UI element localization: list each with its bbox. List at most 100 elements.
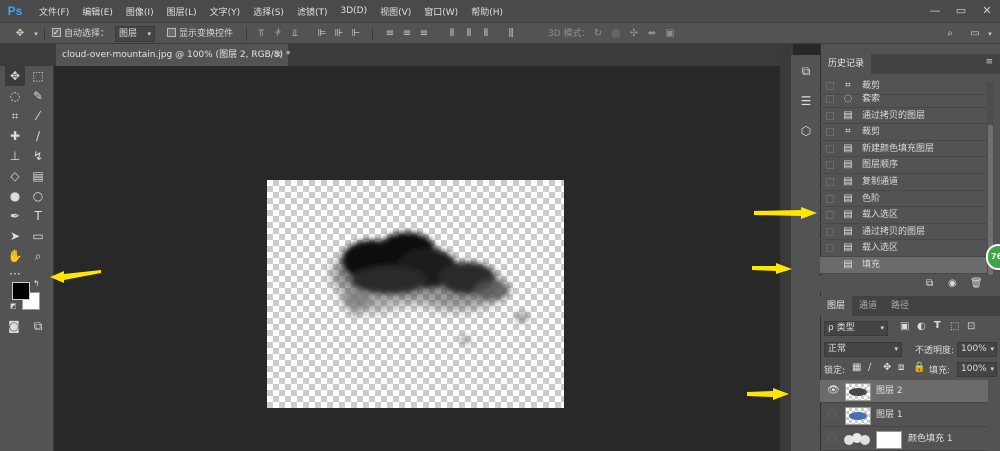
close-window-button[interactable]: ✕ [974, 0, 1000, 22]
panel-menu-icon[interactable]: ≡ [985, 57, 993, 67]
auto-select-dropdown[interactable]: 图层 ▾ [115, 26, 155, 42]
close-tab-icon[interactable]: × [274, 44, 282, 66]
gradient-tool-icon[interactable]: ▤ [28, 166, 48, 186]
align-left-icon[interactable]: ⊫ [316, 28, 328, 40]
auto-align-icon[interactable]: ⫼ [505, 28, 517, 40]
menu-image[interactable]: 图像(I) [126, 5, 154, 18]
workspace-icon[interactable]: ▭ [969, 28, 981, 40]
auto-select-checkbox[interactable]: 自动选择： [52, 26, 109, 41]
menu-view[interactable]: 视图(V) [380, 5, 411, 18]
filter-type-icon[interactable]: T [934, 320, 941, 331]
zoom-tool-icon[interactable]: ⌕ [28, 246, 48, 266]
menu-layer[interactable]: 图层(L) [167, 5, 197, 18]
history-item[interactable]: ▤ 载入选区 [820, 240, 988, 257]
blur-tool-icon[interactable]: ● [5, 186, 25, 206]
crop-tool-icon[interactable]: ⌗ [5, 106, 25, 126]
distribute-right-icon[interactable]: ⦀ [480, 28, 492, 40]
workspace-chevron-icon[interactable]: ▾ [984, 28, 996, 40]
properties-panel-icon[interactable]: ☰ [798, 93, 814, 109]
quick-mask-icon[interactable]: ◙ [4, 316, 24, 336]
layer-filter-dropdown[interactable]: ρ 类型 ▾ [824, 321, 888, 336]
filter-pixel-icon[interactable]: ▣ [900, 321, 909, 332]
screen-mode-icon[interactable]: ⧉ [28, 316, 48, 336]
maximize-button[interactable]: ▭ [948, 0, 974, 22]
tool-preset-chevron-icon[interactable]: ▾ [30, 28, 42, 40]
3d-scale-icon[interactable]: ▣ [664, 28, 676, 40]
tab-layers[interactable]: 图层 [820, 296, 853, 316]
lock-position-icon[interactable]: ✥ [883, 362, 891, 373]
history-panel-icon[interactable]: ⧉ [798, 63, 814, 79]
align-top-icon[interactable]: ⫪ [255, 28, 267, 40]
lock-all-icon[interactable]: 🔒 [913, 362, 925, 373]
3d-roll-icon[interactable]: ◎ [610, 28, 622, 40]
brush-tool-icon[interactable]: ∕ [28, 126, 48, 146]
distribute-hcenter-icon[interactable]: ⦀ [463, 28, 475, 40]
menu-type[interactable]: 文字(Y) [210, 5, 241, 18]
move-tool-icon[interactable]: ✥ [5, 66, 25, 86]
filter-shape-icon[interactable]: ⬚ [950, 321, 959, 332]
menu-3d[interactable]: 3D(D) [340, 6, 367, 16]
hand-tool-icon[interactable]: ✋ [5, 246, 25, 266]
menu-filter[interactable]: 滤镜(T) [297, 5, 328, 18]
3d-slide-icon[interactable]: ⬌ [646, 28, 658, 40]
marquee-tool-icon[interactable]: ⬚ [28, 66, 48, 86]
foreground-color-swatch[interactable] [12, 282, 30, 300]
rectangle-tool-icon[interactable]: ▭ [28, 226, 48, 246]
history-item[interactable]: ▤ 通过拷贝的图层 [820, 224, 988, 241]
align-vcenter-icon[interactable]: ⫩ [272, 28, 284, 40]
align-hcenter-icon[interactable]: ⊪ [333, 28, 345, 40]
show-transform-checkbox[interactable]: 显示变换控件 [167, 27, 233, 41]
lock-pixels-icon[interactable]: ∕ [868, 362, 871, 373]
menu-file[interactable]: 文件(F) [39, 5, 69, 18]
history-item[interactable]: ▤ 通过拷贝的图层 [820, 108, 988, 125]
tab-channels[interactable]: 通道 [852, 296, 884, 316]
tab-paths[interactable]: 路径 [884, 296, 916, 316]
fill-input[interactable]: 100% ▾ [957, 362, 997, 377]
type-tool-icon[interactable]: T [28, 206, 48, 226]
tab-history[interactable]: 历史记录 [821, 54, 872, 74]
visibility-off-icon[interactable]: ▢ [827, 434, 839, 444]
lasso-tool-icon[interactable]: ◌ [5, 86, 25, 106]
history-item[interactable]: ▤ 新建颜色填充图层 [820, 141, 988, 158]
history-item[interactable]: ▤ 图层顺序 [820, 157, 988, 174]
blend-mode-dropdown[interactable]: 正常 ▾ [824, 342, 902, 357]
document-tab[interactable]: cloud-over-mountain.jpg @ 100% (图层 2, RG… [56, 44, 290, 66]
distribute-left-icon[interactable]: ⦀ [446, 28, 458, 40]
new-doc-from-state-icon[interactable]: ⧉ [926, 278, 933, 289]
pen-tool-icon[interactable]: ✒ [5, 206, 25, 226]
layer-row[interactable]: ▢ 颜色填充 1 [820, 428, 988, 451]
menu-help[interactable]: 帮助(H) [471, 5, 503, 18]
history-item[interactable]: ◌ 套索 [820, 91, 988, 108]
filter-smart-object-icon[interactable]: ⊡ [967, 321, 975, 332]
distribute-vcenter-icon[interactable]: ≡ [401, 28, 413, 40]
default-colors-icon[interactable]: ◩ [10, 302, 17, 310]
dodge-tool-icon[interactable]: ○ [28, 186, 48, 206]
menu-window[interactable]: 窗口(W) [424, 5, 458, 18]
distribute-top-icon[interactable]: ≡ [384, 28, 396, 40]
healing-brush-tool-icon[interactable]: ✚ [5, 126, 25, 146]
history-item[interactable]: ▤ 复制通道 [820, 174, 988, 191]
3d-drag-icon[interactable]: ✣ [628, 28, 640, 40]
align-bottom-icon[interactable]: ⫫ [289, 28, 301, 40]
opacity-input[interactable]: 100% ▾ [957, 342, 997, 357]
3d-panel-icon[interactable]: ⬡ [798, 123, 814, 139]
history-brush-tool-icon[interactable]: ↯ [28, 146, 48, 166]
delete-state-icon[interactable]: 🗑 [970, 278, 983, 289]
history-item-selected[interactable]: ▤ 填充 [820, 257, 988, 274]
history-item[interactable]: ▤ 色阶 [820, 191, 988, 208]
search-icon[interactable]: ⌕ [944, 28, 956, 40]
3d-rotate-icon[interactable]: ↻ [592, 28, 604, 40]
eyedropper-tool-icon[interactable]: ⁄ [28, 106, 48, 126]
menu-edit[interactable]: 编辑(E) [82, 5, 113, 18]
history-item[interactable]: ⌗ 裁剪 [820, 124, 988, 141]
quick-select-tool-icon[interactable]: ✎ [28, 86, 48, 106]
more-tools-icon[interactable]: ··· [5, 264, 25, 284]
move-icon[interactable]: ✥ [14, 28, 26, 40]
history-item[interactable]: ▤ 载入选区 [820, 207, 988, 224]
clone-stamp-tool-icon[interactable]: ⊥ [5, 146, 25, 166]
distribute-bottom-icon[interactable]: ≡ [418, 28, 430, 40]
visibility-off-icon[interactable]: ▢ [827, 410, 839, 420]
menu-select[interactable]: 选择(S) [253, 5, 284, 18]
visibility-eye-icon[interactable]: 👁 [827, 386, 840, 396]
layer-row-selected[interactable]: 👁 图层 2 [820, 380, 988, 403]
